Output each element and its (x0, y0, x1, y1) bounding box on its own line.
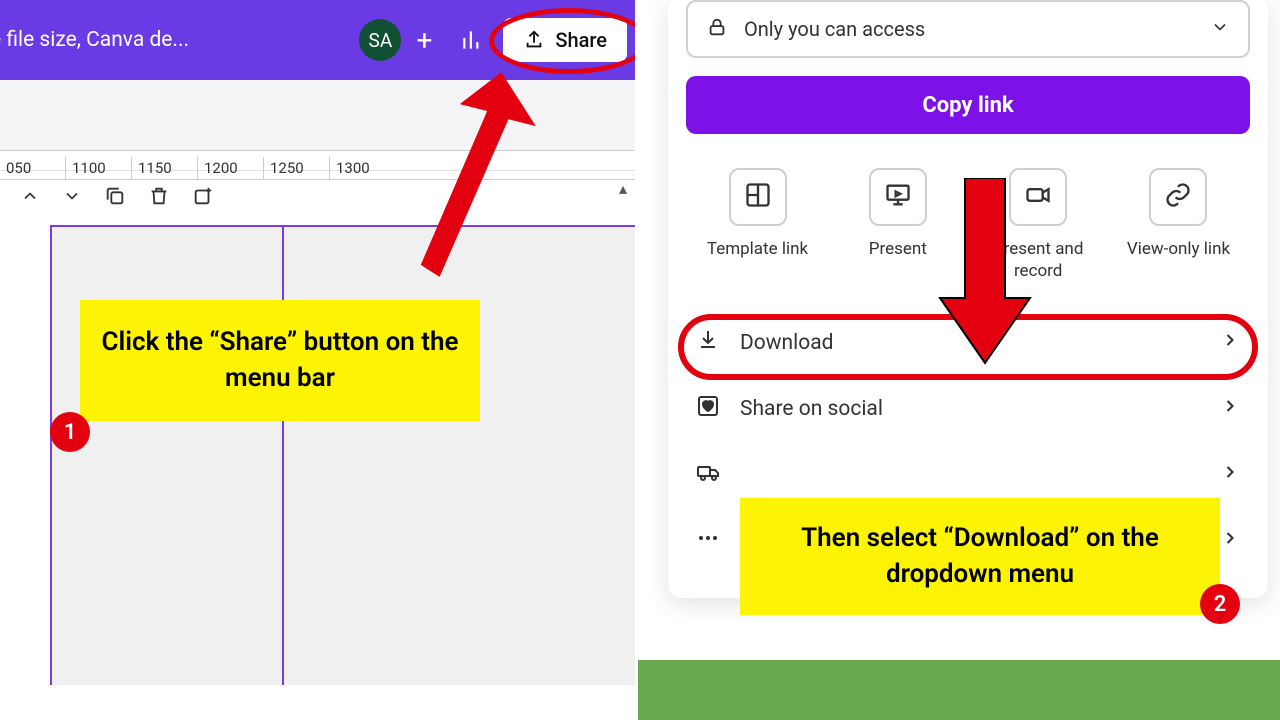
analytics-button[interactable] (451, 18, 495, 62)
link-icon (1164, 181, 1192, 213)
ruler-tick: 1100 (66, 157, 132, 179)
annotation-arrow-1 (369, 61, 541, 295)
annotation-badge-2: 2 (1200, 584, 1240, 624)
more-icon (696, 526, 720, 556)
tile-label: Present (869, 238, 927, 260)
annotation-callout-1: Click the “Share” button on the menu bar (80, 300, 480, 421)
share-button-label: Share (555, 28, 607, 52)
scrollbar-up-icon[interactable]: ▴ (617, 178, 629, 198)
user-avatar[interactable]: SA (359, 19, 401, 61)
guide-line (282, 227, 284, 685)
chevron-up-icon[interactable] (20, 186, 40, 210)
ruler-tick: 050 (0, 157, 66, 179)
access-selector[interactable]: Only you can access (686, 0, 1250, 58)
download-icon (696, 328, 720, 358)
lock-icon (706, 16, 728, 42)
tile-label: Template link (707, 238, 808, 260)
tile-label: View-only link (1127, 238, 1230, 260)
chevron-right-icon (1220, 396, 1240, 422)
canvas[interactable] (50, 225, 635, 685)
ruler-tick: 1250 (264, 157, 330, 179)
share-social-item[interactable]: Share on social (686, 376, 1250, 442)
view-only-tile[interactable]: View-only link (1111, 168, 1246, 282)
chevron-right-icon (1220, 462, 1240, 488)
copy-link-label: Copy link (922, 93, 1013, 118)
annotation-badge-1: 1 (50, 412, 90, 452)
add-page-icon[interactable] (192, 185, 214, 211)
ruler-tick: 1200 (198, 157, 264, 179)
layout-icon (744, 181, 772, 213)
add-collaborator-button[interactable]: + (405, 21, 443, 59)
trash-icon[interactable] (148, 185, 170, 211)
chevron-down-icon[interactable] (62, 186, 82, 210)
access-text: Only you can access (744, 17, 1194, 41)
background-strip (638, 660, 1280, 720)
presentation-icon (884, 181, 912, 213)
duplicate-icon[interactable] (104, 185, 126, 211)
heart-box-icon (696, 394, 720, 424)
chevron-right-icon (1220, 528, 1240, 554)
ruler-zone: 050 1100 1150 1200 1250 1300 (0, 80, 635, 170)
ruler-tick: 1150 (132, 157, 198, 179)
menu-label: Share on social (740, 397, 883, 421)
chevron-right-icon (1220, 330, 1240, 356)
annotation-arrow-2 (935, 178, 1035, 368)
document-title-fragment: e file size, Canva de... (0, 28, 189, 52)
annotation-callout-2: Then select “Download” on the dropdown m… (740, 498, 1220, 615)
copy-link-button[interactable]: Copy link (686, 76, 1250, 134)
menu-label: Download (740, 331, 834, 355)
top-bar: e file size, Canva de... SA + Share (0, 0, 635, 80)
chevron-down-icon (1210, 17, 1230, 41)
share-button[interactable]: Share (503, 18, 627, 62)
template-link-tile[interactable]: Template link (690, 168, 825, 282)
truck-icon (696, 460, 722, 490)
